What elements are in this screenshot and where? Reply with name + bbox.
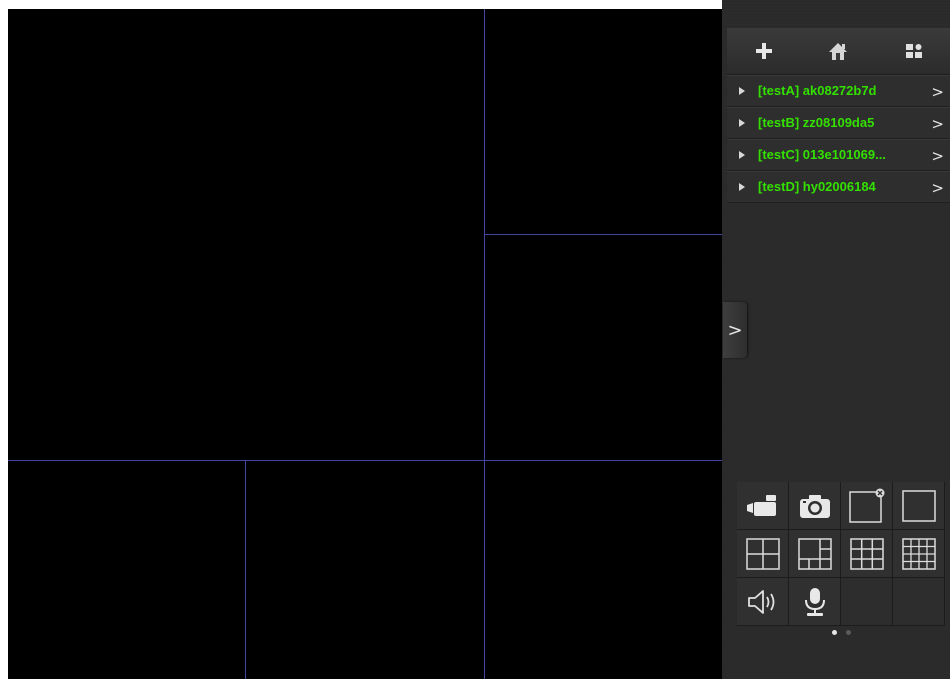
- layout-1-icon: [901, 489, 936, 522]
- settings-button[interactable]: [897, 36, 931, 66]
- pane-divider: [245, 460, 246, 679]
- home-button[interactable]: [821, 36, 855, 66]
- layout-16-icon: [901, 537, 936, 570]
- pane-divider: [484, 234, 722, 235]
- video-grid: [8, 9, 722, 679]
- collapse-panel-button[interactable]: >: [723, 302, 747, 358]
- close-view-button[interactable]: [841, 482, 893, 530]
- video-pane-5[interactable]: [246, 461, 484, 679]
- plus-icon: [756, 43, 772, 59]
- talk-button[interactable]: [789, 578, 841, 626]
- expand-triangle-icon[interactable]: [739, 183, 745, 191]
- page-dot-active[interactable]: [832, 630, 837, 635]
- layout-4-button[interactable]: [737, 530, 789, 578]
- video-pane-3[interactable]: [485, 235, 722, 460]
- empty-slot: [841, 578, 893, 626]
- empty-slot: [893, 578, 945, 626]
- expand-triangle-icon[interactable]: [739, 87, 745, 95]
- close-view-icon: [848, 488, 884, 523]
- device-item[interactable]: [testC] 013e101069... >: [727, 139, 950, 171]
- chevron-right-icon[interactable]: >: [931, 147, 944, 165]
- video-pane-1[interactable]: [8, 9, 484, 460]
- layout-1-button[interactable]: [893, 482, 945, 530]
- device-item[interactable]: [testA] ak08272b7d >: [727, 75, 950, 107]
- pane-divider: [8, 460, 722, 461]
- layout-9-button[interactable]: [841, 530, 893, 578]
- record-video-button[interactable]: [737, 482, 789, 530]
- microphone-icon: [804, 587, 825, 616]
- device-label: [testD] hy02006184: [758, 179, 876, 194]
- camera-icon: [799, 494, 830, 518]
- panel-toolbar: [727, 28, 950, 75]
- layout-4-icon: [745, 537, 780, 570]
- layout-6-icon: [797, 537, 832, 570]
- chevron-right-icon[interactable]: >: [931, 179, 944, 197]
- video-pane-6[interactable]: [485, 461, 722, 679]
- expand-triangle-icon[interactable]: [739, 119, 745, 127]
- device-item[interactable]: [testB] zz08109da5 >: [727, 107, 950, 139]
- layout-16-button[interactable]: [893, 530, 945, 578]
- chevron-right-icon: >: [727, 319, 743, 341]
- page-indicator[interactable]: [830, 630, 860, 638]
- snapshot-button[interactable]: [789, 482, 841, 530]
- video-camera-icon: [746, 494, 776, 516]
- device-list: [testA] ak08272b7d > [testB] zz08109da5 …: [727, 75, 950, 203]
- device-label: [testB] zz08109da5: [758, 115, 875, 130]
- layout-6-button[interactable]: [789, 530, 841, 578]
- device-item[interactable]: [testD] hy02006184 >: [727, 171, 950, 203]
- chevron-right-icon[interactable]: >: [931, 115, 944, 133]
- device-label: [testA] ak08272b7d: [758, 83, 877, 98]
- chevron-right-icon[interactable]: >: [931, 83, 944, 101]
- page-dot[interactable]: [846, 630, 851, 635]
- home-icon: [829, 43, 847, 60]
- panel-settings-icon: [906, 44, 922, 58]
- pane-divider: [484, 9, 485, 679]
- video-pane-4[interactable]: [8, 461, 245, 679]
- video-pane-2[interactable]: [485, 9, 722, 234]
- speaker-icon: [747, 589, 774, 614]
- control-grid: [737, 482, 945, 632]
- expand-triangle-icon[interactable]: [739, 151, 745, 159]
- device-label: [testC] 013e101069...: [758, 147, 886, 162]
- layout-9-icon: [849, 537, 884, 570]
- audio-button[interactable]: [737, 578, 789, 626]
- add-device-button[interactable]: [747, 36, 781, 66]
